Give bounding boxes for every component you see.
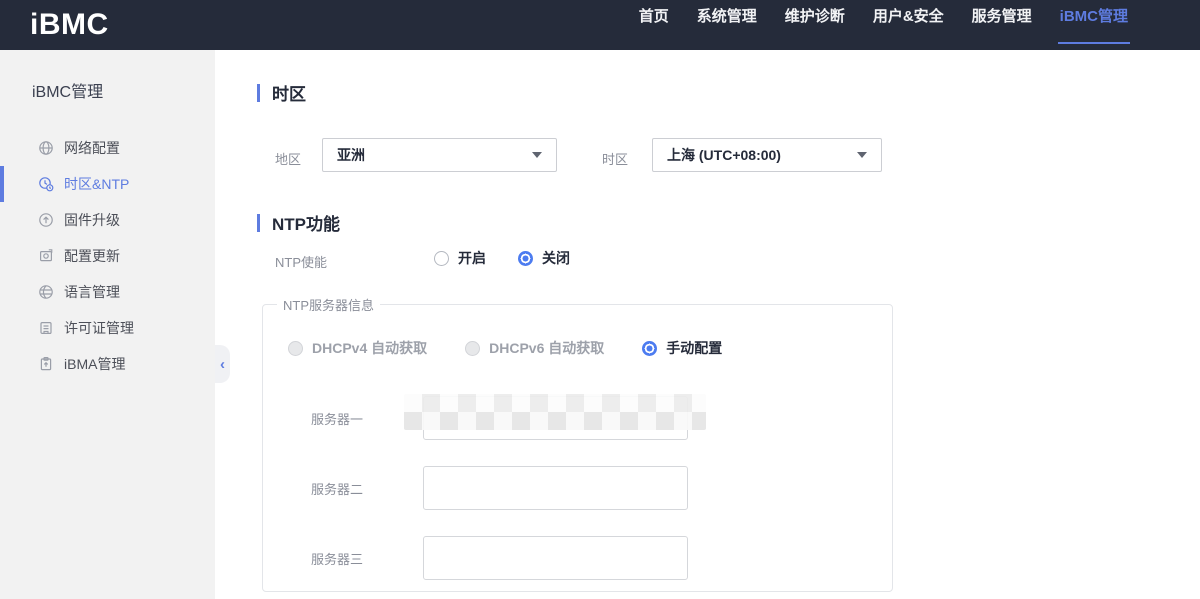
- nav-home[interactable]: 首页: [639, 0, 669, 50]
- ntp-enable-on-radio[interactable]: 开启: [434, 248, 486, 268]
- nav-ibmc-management-label: iBMC管理: [1060, 8, 1128, 25]
- top-nav: 首页 系统管理 维护诊断 用户&安全 服务管理 iBMC管理: [639, 0, 1128, 50]
- server-two-label: 服务器二: [311, 479, 423, 498]
- timezone-select-value: 上海 (UTC+08:00): [667, 145, 857, 165]
- active-item-indicator: [0, 166, 4, 202]
- ntp-section-title: NTP功能: [272, 210, 340, 235]
- radio-unselected-icon: [434, 251, 449, 266]
- ibma-icon: [38, 356, 54, 372]
- radio-disabled-icon: [465, 341, 480, 356]
- nav-user-security[interactable]: 用户&安全: [873, 0, 944, 50]
- firmware-upgrade-icon: [38, 212, 54, 228]
- server-two-input[interactable]: [423, 466, 688, 510]
- redacted-server-address: [404, 394, 706, 430]
- sidebar-item-license-management[interactable]: 许可证管理: [0, 310, 215, 346]
- sidebar-item-label: 许可证管理: [64, 318, 134, 338]
- ibmc-logo: iBMC: [30, 0, 109, 50]
- nav-ibmc-management[interactable]: iBMC管理: [1060, 0, 1128, 50]
- timezone-ntp-icon: [38, 176, 54, 192]
- sidebar-item-config-update[interactable]: 配置更新: [0, 238, 215, 274]
- active-tab-underline: [1058, 42, 1130, 44]
- ntp-enable-on-label: 开启: [458, 248, 486, 268]
- sidebar: iBMC管理 网络配置 时区&NTP: [0, 50, 215, 599]
- dhcpv4-auto-label: DHCPv4 自动获取: [312, 338, 427, 358]
- timezone-select[interactable]: 上海 (UTC+08:00): [652, 138, 882, 172]
- sidebar-item-label: 配置更新: [64, 246, 120, 266]
- sidebar-menu: 网络配置 时区&NTP 固件升级: [0, 130, 215, 382]
- ntp-server-info-group: NTP服务器信息 DHCPv4 自动获取 DHCPv6 自动获取 手动配置 服务…: [262, 295, 893, 592]
- nav-maintenance-diagnostics[interactable]: 维护诊断: [785, 0, 845, 50]
- ntp-enable-label: NTP使能: [275, 252, 327, 271]
- server-three-input[interactable]: [423, 536, 688, 580]
- ntp-section-header: NTP功能: [257, 210, 340, 235]
- chevron-down-icon: [532, 152, 542, 158]
- sidebar-item-label: iBMA管理: [64, 354, 125, 374]
- chevron-left-icon: ‹: [220, 356, 225, 373]
- radio-disabled-icon: [288, 341, 303, 356]
- sidebar-item-label: 语言管理: [64, 282, 120, 302]
- section-accent-bar: [257, 84, 260, 102]
- dhcpv6-auto-radio: DHCPv6 自动获取: [465, 338, 604, 358]
- sidebar-title: iBMC管理: [0, 50, 215, 102]
- sidebar-item-label: 网络配置: [64, 138, 120, 158]
- radio-selected-icon: [518, 251, 533, 266]
- nav-system-management[interactable]: 系统管理: [697, 0, 757, 50]
- ibmc-app-window: iBMC 首页 系统管理 维护诊断 用户&安全 服务管理 iBMC管理 iBMC…: [0, 0, 1200, 599]
- config-update-icon: [38, 248, 54, 264]
- sidebar-item-label: 时区&NTP: [64, 174, 129, 194]
- server-three-row: 服务器三: [311, 536, 688, 580]
- sidebar-item-firmware-upgrade[interactable]: 固件升级: [0, 202, 215, 238]
- ntp-enable-off-radio[interactable]: 关闭: [518, 248, 570, 268]
- network-icon: [38, 140, 54, 156]
- ntp-enable-off-label: 关闭: [542, 248, 570, 268]
- ntp-server-info-legend: NTP服务器信息: [277, 295, 380, 314]
- radio-selected-icon: [642, 341, 657, 356]
- region-select[interactable]: 亚洲: [322, 138, 557, 172]
- license-icon: [38, 320, 54, 336]
- chevron-down-icon: [857, 152, 867, 158]
- ntp-enable-radio-group: 开启 关闭: [434, 248, 570, 268]
- timezone-section-title: 时区: [272, 80, 306, 105]
- timezone-section-header: 时区: [257, 80, 306, 105]
- region-select-value: 亚洲: [337, 145, 532, 165]
- region-label: 地区: [275, 149, 301, 168]
- ntp-server-mode-radio-group: DHCPv4 自动获取 DHCPv6 自动获取 手动配置: [288, 338, 722, 358]
- top-bar: iBMC 首页 系统管理 维护诊断 用户&安全 服务管理 iBMC管理: [0, 0, 1200, 50]
- language-icon: [38, 284, 54, 300]
- dhcpv6-auto-label: DHCPv6 自动获取: [489, 338, 604, 358]
- sidebar-collapse-button[interactable]: ‹: [215, 345, 230, 383]
- timezone-label: 时区: [602, 149, 628, 168]
- sidebar-item-timezone-ntp[interactable]: 时区&NTP: [0, 166, 215, 202]
- manual-config-label: 手动配置: [666, 338, 722, 358]
- sidebar-item-network-config[interactable]: 网络配置: [0, 130, 215, 166]
- dhcpv4-auto-radio: DHCPv4 自动获取: [288, 338, 427, 358]
- sidebar-item-language-management[interactable]: 语言管理: [0, 274, 215, 310]
- server-three-label: 服务器三: [311, 549, 423, 568]
- section-accent-bar: [257, 214, 260, 232]
- sidebar-item-label: 固件升级: [64, 210, 120, 230]
- nav-service-management[interactable]: 服务管理: [972, 0, 1032, 50]
- server-two-row: 服务器二: [311, 466, 688, 510]
- sidebar-item-ibma-management[interactable]: iBMA管理: [0, 346, 215, 382]
- manual-config-radio[interactable]: 手动配置: [642, 338, 722, 358]
